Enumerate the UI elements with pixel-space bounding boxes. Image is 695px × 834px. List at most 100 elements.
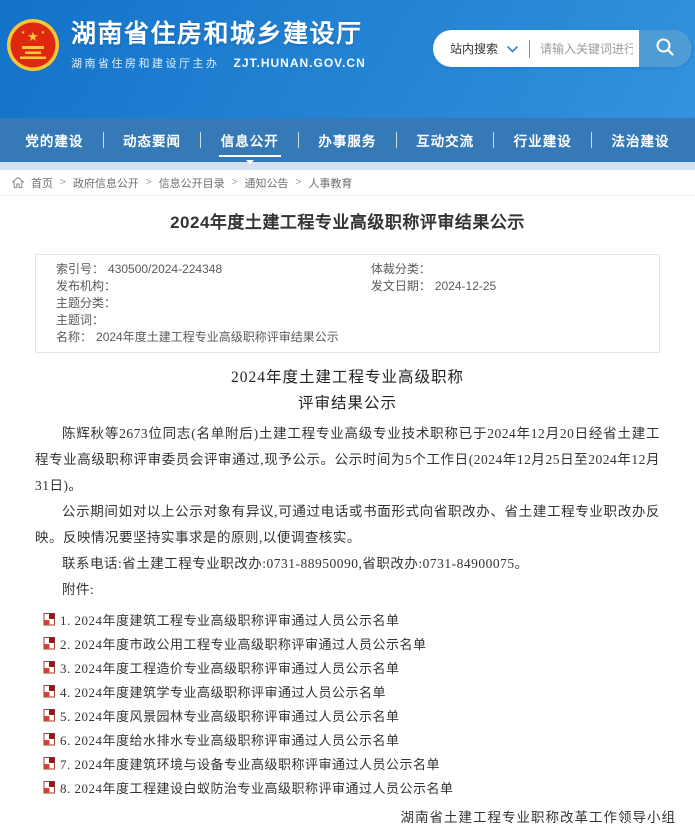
attachment-title: 7. 2024年度建筑环境与设备专业高级职称评审通过人员公示名单	[60, 754, 440, 773]
meta-row-agency: 发布机构：	[56, 278, 371, 295]
attachment-file-icon	[43, 660, 56, 674]
breadcrumb-hr-education[interactable]: 人事教育	[308, 175, 352, 191]
search-button[interactable]	[639, 30, 691, 67]
nav-item-rule-of-law[interactable]: 法治建设	[609, 126, 671, 154]
meta-issue-date-value: 2024-12-25	[435, 278, 496, 295]
breadcrumb: 首页 > 政府信息公开 > 信息公开目录 > 通知公告 > 人事教育	[0, 170, 695, 196]
site-url: ZJT.HUNAN.GOV.CN	[234, 56, 366, 70]
meta-issue-date-label: 发文日期：	[371, 278, 431, 295]
signature-org: 湖南省土建工程专业职称改革工作领导小组	[35, 807, 676, 829]
attachment-file-icon	[43, 732, 56, 746]
attachment-link[interactable]: 3. 2024年度工程造价专业高级职称评审通过人员公示名单	[35, 655, 660, 679]
search-icon	[655, 37, 675, 60]
nav-item-interaction[interactable]: 互动交流	[414, 126, 476, 154]
site-header: ★ ★ ★ 湖南省住房和城乡建设厅 湖南省住房和建设厅主办 ZJT.HUNAN.…	[0, 0, 695, 118]
nav-divider	[493, 132, 494, 148]
article-title-line1: 2024年度土建工程专业高级职称	[35, 365, 660, 391]
home-icon	[12, 177, 24, 188]
meta-genre-label: 体裁分类：	[371, 261, 431, 278]
meta-row-keywords: 主题词：	[56, 312, 639, 329]
main-nav: 党的建设 动态要闻 信息公开 办事服务 互动交流 行业建设 法治建设	[0, 118, 695, 162]
attachment-file-icon	[43, 636, 56, 650]
attachment-link[interactable]: 2. 2024年度市政公用工程专业高级职称评审通过人员公示名单	[35, 631, 660, 655]
meta-topic-label: 主题分类：	[56, 295, 116, 312]
nav-divider	[591, 132, 592, 148]
signature-block: 湖南省土建工程专业职称改革工作领导小组 2024年12月24日	[35, 807, 676, 834]
attachment-file-icon	[43, 780, 56, 794]
nav-divider	[200, 132, 201, 148]
svg-text:★: ★	[27, 29, 39, 44]
chevron-down-icon	[507, 42, 518, 56]
attachment-link[interactable]: 7. 2024年度建筑环境与设备专业高级职称评审通过人员公示名单	[35, 751, 660, 775]
brand-text: 湖南省住房和城乡建设厅 湖南省住房和建设厅主办 ZJT.HUNAN.GOV.CN	[71, 19, 366, 71]
attachment-link[interactable]: 5. 2024年度风景园林专业高级职称评审通过人员公示名单	[35, 703, 660, 727]
meta-name-label: 名称：	[56, 329, 92, 346]
meta-row-genre: 体裁分类：	[371, 261, 639, 278]
national-emblem-logo: ★ ★ ★	[6, 18, 60, 72]
meta-name-value: 2024年度土建工程专业高级职称评审结果公示	[96, 329, 339, 346]
search-scope-dropdown[interactable]: 站内搜索	[433, 40, 529, 57]
breadcrumb-separator: >	[296, 177, 302, 188]
nav-item-party-building[interactable]: 党的建设	[23, 126, 85, 154]
attachment-file-icon	[43, 612, 56, 626]
meta-keywords-label: 主题词：	[56, 312, 104, 329]
document-meta-table: 索引号： 430500/2024-224348 体裁分类： 发布机构： 发文日期…	[35, 254, 660, 353]
attachment-file-icon	[43, 756, 56, 770]
main-content: 2024年度土建工程专业高级职称评审结果公示 索引号： 430500/2024-…	[0, 212, 695, 834]
nav-divider	[298, 132, 299, 148]
attachment-link[interactable]: 8. 2024年度工程建设白蚁防治专业高级职称评审通过人员公示名单	[35, 775, 660, 799]
search-scope-label: 站内搜索	[450, 40, 498, 57]
attachment-title: 5. 2024年度风景园林专业高级职称评审通过人员公示名单	[60, 706, 400, 725]
site-subtitle: 湖南省住房和建设厅主办	[71, 55, 220, 71]
meta-agency-label: 发布机构：	[56, 278, 116, 295]
attachment-title: 6. 2024年度给水排水专业高级职称评审通过人员公示名单	[60, 730, 400, 749]
nav-bottom-strip	[0, 162, 695, 170]
site-subtitle-row: 湖南省住房和建设厅主办 ZJT.HUNAN.GOV.CN	[71, 55, 366, 71]
article-paragraph: 公示期间如对以上公示对象有异议,可通过电话或书面形式向省职改办、省土建工程专业职…	[35, 499, 660, 551]
svg-text:★: ★	[41, 30, 46, 36]
meta-index-value: 430500/2024-224348	[108, 261, 222, 278]
nav-item-industry[interactable]: 行业建设	[512, 126, 574, 154]
article-body: 2024年度土建工程专业高级职称 评审结果公示 陈辉秋等2673位同志(名单附后…	[35, 365, 660, 834]
nav-divider	[103, 132, 104, 148]
nav-item-services[interactable]: 办事服务	[316, 126, 378, 154]
meta-row-name: 名称： 2024年度土建工程专业高级职称评审结果公示	[56, 329, 639, 346]
breadcrumb-gov-info[interactable]: 政府信息公开	[73, 175, 139, 191]
breadcrumb-home[interactable]: 首页	[31, 175, 53, 191]
nav-item-news[interactable]: 动态要闻	[121, 126, 183, 154]
nav-item-info-disclosure[interactable]: 信息公开	[219, 126, 281, 154]
site-brand[interactable]: ★ ★ ★ 湖南省住房和城乡建设厅 湖南省住房和建设厅主办 ZJT.HUNAN.…	[6, 18, 366, 72]
meta-row-topic: 主题分类：	[56, 295, 639, 312]
page-title: 2024年度土建工程专业高级职称评审结果公示	[0, 212, 695, 234]
attachment-link[interactable]: 6. 2024年度给水排水专业高级职称评审通过人员公示名单	[35, 727, 660, 751]
attachment-link[interactable]: 4. 2024年度建筑学专业高级职称评审通过人员公示名单	[35, 679, 660, 703]
meta-row-issue-date: 发文日期： 2024-12-25	[371, 278, 639, 295]
page-root: ★ ★ ★ 湖南省住房和城乡建设厅 湖南省住房和建设厅主办 ZJT.HUNAN.…	[0, 0, 695, 834]
attachment-title: 4. 2024年度建筑学专业高级职称评审通过人员公示名单	[60, 682, 386, 701]
breadcrumb-notices[interactable]: 通知公告	[245, 175, 289, 191]
article-title-line2: 评审结果公示	[35, 391, 660, 417]
attachment-title: 3. 2024年度工程造价专业高级职称评审通过人员公示名单	[60, 658, 400, 677]
article-contact-paragraph: 联系电话:省土建工程专业职改办:0731-88950090,省职改办:0731-…	[35, 551, 660, 577]
search-input[interactable]	[530, 42, 639, 56]
breadcrumb-info-catalog[interactable]: 信息公开目录	[159, 175, 225, 191]
attachment-title: 1. 2024年度建筑工程专业高级职称评审通过人员公示名单	[60, 610, 400, 629]
breadcrumb-separator: >	[232, 177, 238, 188]
attachment-title: 2. 2024年度市政公用工程专业高级职称评审通过人员公示名单	[60, 634, 427, 653]
site-search-bar: 站内搜索	[433, 30, 691, 67]
site-title: 湖南省住房和城乡建设厅	[71, 19, 366, 49]
breadcrumb-separator: >	[60, 177, 66, 188]
attachment-file-icon	[43, 708, 56, 722]
attachments-label: 附件:	[35, 577, 660, 603]
article-paragraph: 陈辉秋等2673位同志(名单附后)土建工程专业高级专业技术职称已于2024年12…	[35, 421, 660, 499]
meta-row-index: 索引号： 430500/2024-224348	[56, 261, 371, 278]
attachment-link[interactable]: 1. 2024年度建筑工程专业高级职称评审通过人员公示名单	[35, 607, 660, 631]
attachment-title: 8. 2024年度工程建设白蚁防治专业高级职称评审通过人员公示名单	[60, 778, 454, 797]
breadcrumb-separator: >	[146, 177, 152, 188]
nav-divider	[396, 132, 397, 148]
article-title: 2024年度土建工程专业高级职称 评审结果公示	[35, 365, 660, 417]
attachment-list: 1. 2024年度建筑工程专业高级职称评审通过人员公示名单 2. 2024年度市…	[35, 607, 660, 799]
meta-index-label: 索引号：	[56, 261, 104, 278]
svg-text:★: ★	[21, 30, 26, 36]
attachment-file-icon	[43, 684, 56, 698]
